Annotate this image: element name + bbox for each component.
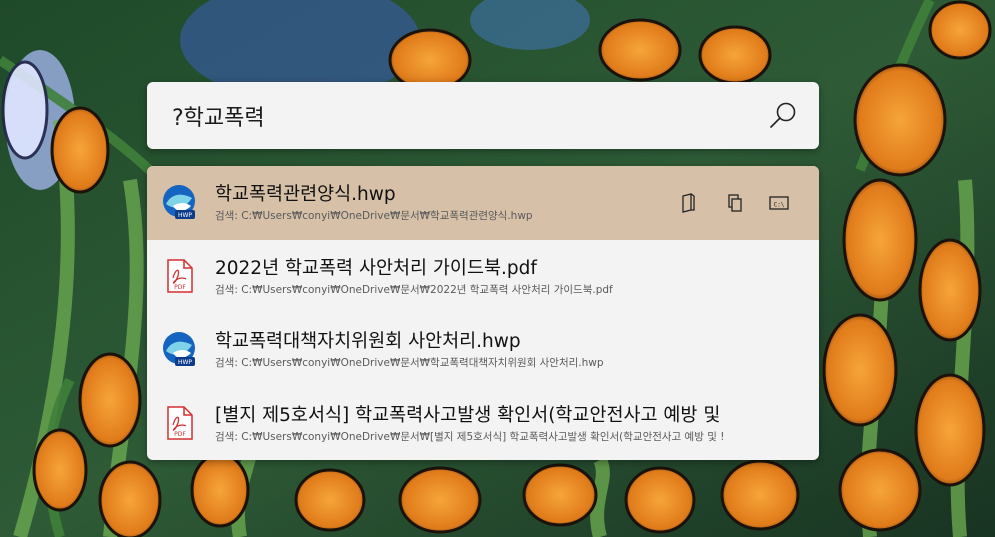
open-folder-icon[interactable]	[675, 191, 701, 215]
result-path: 검색: C:₩Users₩conyi₩OneDrive₩문서₩학교폭력대책자치위…	[215, 357, 604, 369]
result-item[interactable]: PDF 2022년 학교폭력 사안처리 가이드북.pdf 검색: C:₩User…	[147, 240, 819, 314]
result-title: 학교폭력대책자치위원회 사안처리.hwp	[215, 331, 521, 352]
search-input[interactable]	[172, 100, 732, 132]
results-list: HWP 학교폭력관련양식.hwp 검색: C:₩Users₩conyi₩OneD…	[147, 166, 819, 460]
result-item[interactable]: HWP 학교폭력대책자치위원회 사안처리.hwp 검색: C:₩Users₩co…	[147, 313, 819, 387]
hwp-file-icon: HWP	[163, 332, 195, 366]
search-bar	[147, 82, 819, 149]
open-console-icon[interactable]: C:\	[766, 191, 792, 215]
result-item[interactable]: PDF [별지 제5호서식] 학교폭력사고발생 확인서(학교안전사고 예방 및 …	[147, 387, 819, 461]
result-title: 2022년 학교폭력 사안처리 가이드북.pdf	[215, 257, 537, 279]
pdf-file-icon: PDF	[167, 258, 193, 293]
pdf-file-icon: PDF	[167, 405, 193, 440]
svg-text:PDF: PDF	[174, 431, 186, 438]
copy-path-icon[interactable]	[722, 191, 748, 215]
svg-text:C:\: C:\	[774, 202, 785, 209]
result-title: 학교폭력관련양식.hwp	[215, 184, 396, 205]
svg-text:HWP: HWP	[178, 212, 192, 219]
hwp-file-icon: HWP	[163, 185, 195, 219]
search-icon[interactable]	[767, 100, 799, 132]
result-path: 검색: C:₩Users₩conyi₩OneDrive₩문서₩2022년 학교폭…	[215, 283, 613, 296]
svg-text:HWP: HWP	[178, 359, 192, 366]
svg-text:PDF: PDF	[174, 284, 186, 291]
result-path: 검색: C:₩Users₩conyi₩OneDrive₩문서₩학교폭력관련양식.…	[215, 210, 533, 222]
result-item[interactable]: HWP 학교폭력관련양식.hwp 검색: C:₩Users₩conyi₩OneD…	[147, 166, 819, 240]
result-path: 검색: C:₩Users₩conyi₩OneDrive₩문서₩[별지 제5호서식…	[215, 430, 725, 443]
result-title: [별지 제5호서식] 학교폭력사고발생 확인서(학교안전사고 예방 및	[215, 404, 721, 426]
